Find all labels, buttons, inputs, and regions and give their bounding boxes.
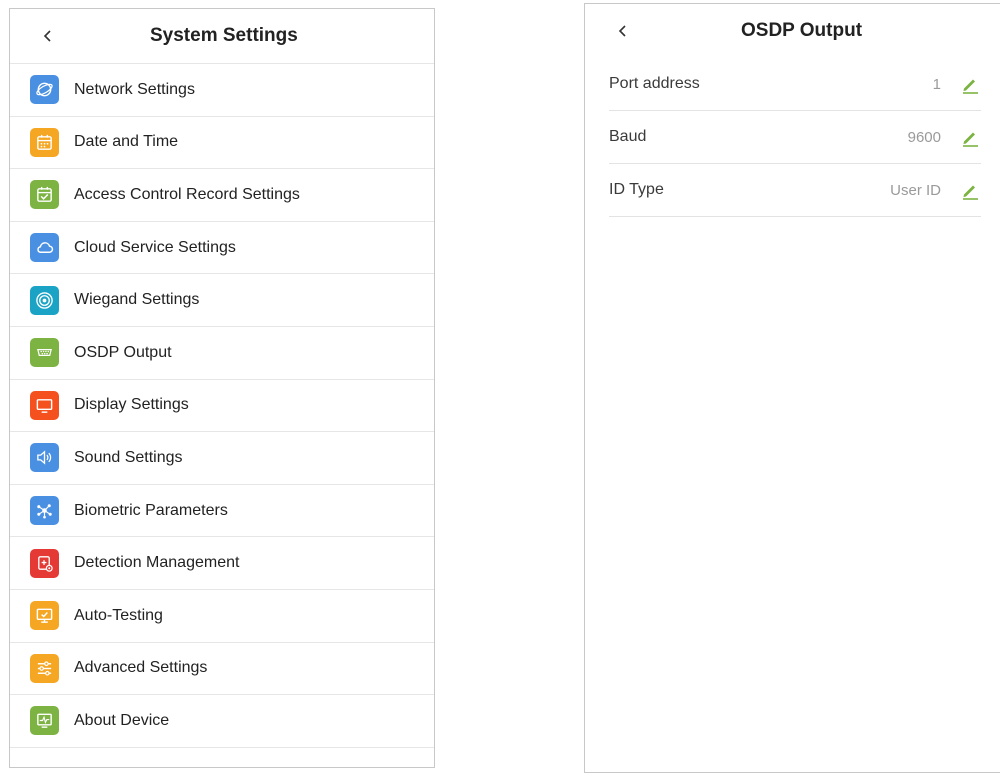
menu-item-wiegand-settings[interactable]: Wiegand Settings <box>10 274 434 327</box>
menu-item-biometric-parameters[interactable]: Biometric Parameters <box>10 485 434 538</box>
menu-item-network-settings[interactable]: Network Settings <box>10 64 434 117</box>
system-settings-panel: System Settings Network Settings Date an… <box>9 8 435 768</box>
osdp-row-id-type[interactable]: ID Type User ID <box>609 164 981 217</box>
page-title: System Settings <box>150 25 298 46</box>
edit-icon[interactable] <box>959 73 981 95</box>
osdp-output-header: OSDP Output <box>585 4 1000 58</box>
menu-item-label: About Device <box>74 711 170 729</box>
edit-icon[interactable] <box>959 126 981 148</box>
menu-item-label: Auto-Testing <box>74 606 163 624</box>
calendar-icon <box>30 127 59 157</box>
menu-item-label: Advanced Settings <box>74 659 208 677</box>
menu-item-sound-settings[interactable]: Sound Settings <box>10 432 434 485</box>
menu-item-label: Network Settings <box>74 80 195 98</box>
menu-item-label: Date and Time <box>74 133 179 151</box>
menu-item-label: Biometric Parameters <box>74 501 228 519</box>
page-title: OSDP Output <box>741 20 863 41</box>
menu-item-label: Cloud Service Settings <box>74 238 236 256</box>
settings-menu: Network Settings Date and Time Access Co… <box>10 64 434 748</box>
osdp-row-label: ID Type <box>609 181 664 198</box>
network-nodes-icon <box>30 496 59 526</box>
globe-icon <box>30 75 59 105</box>
serial-port-icon <box>30 338 59 368</box>
system-settings-header: System Settings <box>10 9 434 64</box>
speaker-icon <box>30 443 59 473</box>
chevron-left-icon <box>43 30 51 42</box>
osdp-row-port-address[interactable]: Port address 1 <box>609 58 981 111</box>
menu-item-advanced-settings[interactable]: Advanced Settings <box>10 643 434 696</box>
menu-item-auto-testing[interactable]: Auto-Testing <box>10 590 434 643</box>
menu-item-detection-management[interactable]: Detection Management <box>10 537 434 590</box>
chevron-left-icon <box>618 25 626 37</box>
menu-item-label: Detection Management <box>74 554 240 572</box>
osdp-row-label: Baud <box>609 128 647 145</box>
menu-item-label: Wiegand Settings <box>74 291 200 309</box>
menu-item-date-and-time[interactable]: Date and Time <box>10 117 434 170</box>
calendar-check-icon <box>30 180 59 210</box>
back-button[interactable] <box>28 9 68 63</box>
cloud-icon <box>30 233 59 263</box>
osdp-settings-list: Port address 1 Baud 9600 ID Type User ID <box>609 58 981 217</box>
osdp-row-value: 1 <box>932 75 941 93</box>
menu-item-label: Sound Settings <box>74 448 183 466</box>
detection-icon <box>30 548 59 578</box>
menu-item-label: Access Control Record Settings <box>74 185 300 203</box>
osdp-row-value: 9600 <box>907 128 941 146</box>
osdp-output-panel: OSDP Output Port address 1 Baud 9600 ID … <box>584 3 1000 773</box>
menu-item-about-device[interactable]: About Device <box>10 695 434 748</box>
osdp-row-baud[interactable]: Baud 9600 <box>609 111 981 164</box>
monitor-check-icon <box>30 601 59 631</box>
edit-icon[interactable] <box>959 179 981 201</box>
osdp-row-label: Port address <box>609 75 700 92</box>
monitor-icon <box>30 390 59 420</box>
back-button[interactable] <box>603 4 643 58</box>
menu-item-display-settings[interactable]: Display Settings <box>10 380 434 433</box>
menu-item-label: OSDP Output <box>74 343 172 361</box>
menu-item-osdp-output[interactable]: OSDP Output <box>10 327 434 380</box>
target-icon <box>30 285 59 315</box>
sliders-icon <box>30 653 59 683</box>
device-info-icon <box>30 706 59 736</box>
menu-item-access-control-record-settings[interactable]: Access Control Record Settings <box>10 169 434 222</box>
menu-item-label: Display Settings <box>74 396 189 414</box>
osdp-row-value: User ID <box>890 181 941 199</box>
menu-item-cloud-service-settings[interactable]: Cloud Service Settings <box>10 222 434 275</box>
